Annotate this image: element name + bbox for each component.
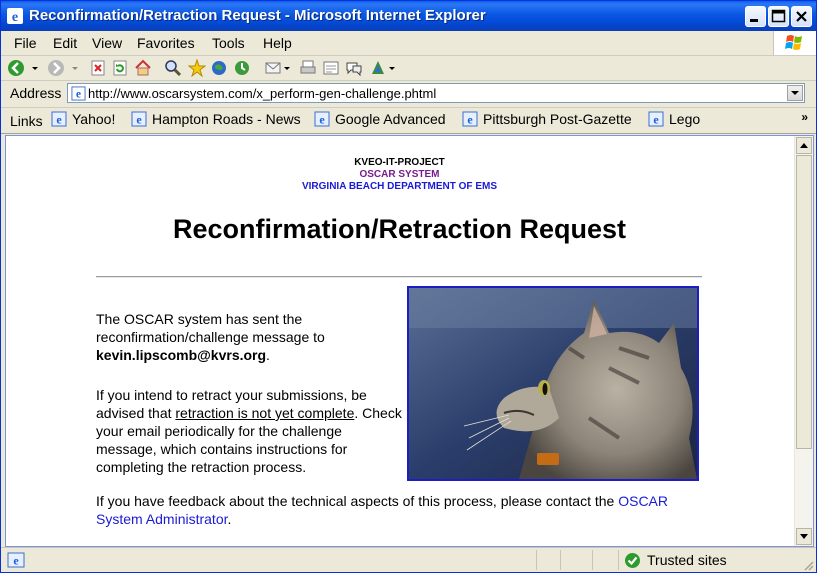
address-field[interactable]: e: [67, 83, 805, 103]
links-more-chevron-icon[interactable]: »: [801, 110, 808, 124]
ie-page-icon: e: [131, 111, 147, 127]
svg-text:e: e: [653, 113, 659, 127]
messenger-icon[interactable]: [369, 59, 387, 77]
ie-page-icon: e: [314, 111, 330, 127]
search-icon[interactable]: [164, 59, 182, 77]
print-icon[interactable]: [299, 59, 317, 77]
confirmation-text: The OSCAR system has sent the reconfirma…: [96, 311, 325, 345]
confirmation-paragraph: The OSCAR system has sent the reconfirma…: [96, 311, 325, 363]
link-lego[interactable]: e Lego: [648, 111, 700, 129]
svg-text:e: e: [319, 113, 325, 127]
ie-page-icon: e: [648, 111, 664, 127]
address-label: Address: [10, 85, 62, 101]
window-title: Reconfirmation/Retraction Request - Micr…: [29, 7, 486, 24]
address-dropdown-button[interactable]: [787, 85, 803, 101]
link-pittsburgh-post-gazette[interactable]: e Pittsburgh Post-Gazette: [462, 111, 632, 129]
forward-dropdown-icon[interactable]: [70, 59, 80, 77]
maximize-button[interactable]: [768, 6, 789, 27]
menu-bar: File Edit View Favorites Tools Help: [1, 31, 816, 56]
resize-grip-icon[interactable]: [802, 559, 814, 571]
feedback-paragraph: If you have feedback about the technical…: [96, 493, 669, 527]
edit-icon[interactable]: [322, 59, 340, 77]
menu-help[interactable]: Help: [263, 35, 292, 51]
mail-dropdown-icon[interactable]: [282, 59, 292, 77]
link-yahoo[interactable]: e Yahoo!: [51, 111, 115, 129]
page-icon: e: [71, 86, 86, 101]
scroll-thumb[interactable]: [796, 155, 812, 449]
back-dropdown-icon[interactable]: [30, 59, 40, 77]
menu-view[interactable]: View: [92, 35, 122, 51]
svg-text:e: e: [12, 10, 18, 24]
home-icon[interactable]: [134, 59, 152, 77]
status-cell-2: [560, 550, 590, 570]
menu-tools[interactable]: Tools: [212, 35, 245, 51]
status-bar: e Trusted sites: [1, 547, 816, 572]
url-input[interactable]: [88, 85, 778, 101]
svg-text:e: e: [76, 89, 81, 101]
ie-page-icon: e: [51, 111, 67, 127]
svg-text:e: e: [467, 113, 473, 127]
page-status-icon: e: [7, 552, 25, 568]
ie-page-icon: e: [462, 111, 478, 127]
stop-icon[interactable]: [89, 59, 107, 77]
back-icon[interactable]: [7, 59, 25, 77]
standard-toolbar: [1, 56, 816, 81]
svg-text:e: e: [136, 113, 142, 127]
favorites-icon[interactable]: [188, 59, 206, 77]
menu-file[interactable]: File: [14, 35, 37, 51]
header-project: KVEO-IT-PROJECT: [354, 157, 445, 168]
status-cell-1: [536, 550, 558, 570]
trusted-check-icon: [625, 553, 640, 568]
security-zone-label: Trusted sites: [647, 552, 727, 568]
minimize-button[interactable]: [745, 6, 766, 27]
scroll-up-button[interactable]: [796, 137, 812, 154]
media-icon[interactable]: [210, 59, 228, 77]
link-google-advanced[interactable]: e Google Advanced: [314, 111, 446, 129]
retraction-warning: retraction is not yet complete: [175, 405, 355, 421]
windows-logo-icon: [773, 31, 816, 55]
title-bar: e Reconfirmation/Retraction Request - Mi…: [1, 1, 816, 31]
mail-icon[interactable]: [265, 59, 283, 77]
svg-text:e: e: [56, 113, 62, 127]
link-hampton-roads-news[interactable]: e Hampton Roads - News: [131, 111, 301, 129]
messenger-dropdown-icon[interactable]: [387, 59, 397, 77]
browser-window: e Reconfirmation/Retraction Request - Mi…: [0, 0, 817, 573]
vertical-scrollbar[interactable]: [794, 136, 813, 546]
content-frame: KVEO-IT-PROJECT OSCAR SYSTEM VIRGINIA BE…: [5, 135, 814, 547]
address-bar: Address e: [1, 81, 816, 108]
header-system: OSCAR SYSTEM: [359, 169, 440, 180]
menu-edit[interactable]: Edit: [53, 35, 77, 51]
forward-icon[interactable]: [47, 59, 65, 77]
history-icon[interactable]: [233, 59, 251, 77]
links-label: Links: [10, 113, 43, 129]
ie-icon: e: [7, 8, 23, 24]
email-address: kevin.lipscomb@kvrs.org: [96, 347, 267, 363]
scroll-down-button[interactable]: [796, 528, 812, 545]
discuss-icon[interactable]: [345, 59, 363, 77]
web-page: KVEO-IT-PROJECT OSCAR SYSTEM VIRGINIA BE…: [6, 136, 793, 546]
status-cell-3: [592, 550, 616, 570]
retraction-paragraph: If you intend to retract your submission…: [96, 387, 402, 475]
divider: [96, 276, 702, 278]
svg-text:e: e: [13, 554, 19, 568]
close-button[interactable]: [791, 6, 812, 27]
cat-photo: [407, 286, 699, 481]
menu-favorites[interactable]: Favorites: [137, 35, 195, 51]
links-bar: Links e Yahoo! e Hampton Roads - News e Goo…: [1, 108, 816, 134]
header-department: VIRGINIA BEACH DEPARTMENT OF EMS: [301, 181, 497, 192]
page-title: Reconfirmation/Retraction Request: [172, 214, 627, 244]
refresh-icon[interactable]: [111, 59, 129, 77]
